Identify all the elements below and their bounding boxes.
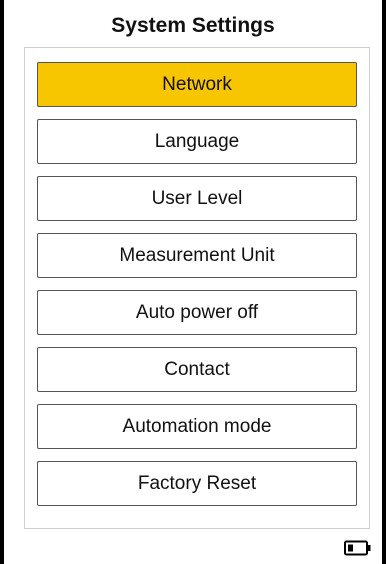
menu-item-factory-reset[interactable]: Factory Reset (37, 461, 357, 506)
menu-item-language[interactable]: Language (37, 119, 357, 164)
battery-icon (344, 540, 371, 556)
menu-item-measurement-unit[interactable]: Measurement Unit (37, 233, 357, 278)
page-title: System Settings (111, 14, 275, 37)
menu-item-contact[interactable]: Contact (37, 347, 357, 392)
menu-item-user-level[interactable]: User Level (37, 176, 357, 221)
menu-item-network[interactable]: Network (37, 62, 357, 107)
menu-item-automation-mode[interactable]: Automation mode (37, 404, 357, 449)
device-screen: System Settings Network Language User Le… (0, 0, 386, 564)
menu-item-auto-power-off[interactable]: Auto power off (37, 290, 357, 335)
settings-menu-panel: Network Language User Level Measurement … (24, 47, 370, 529)
